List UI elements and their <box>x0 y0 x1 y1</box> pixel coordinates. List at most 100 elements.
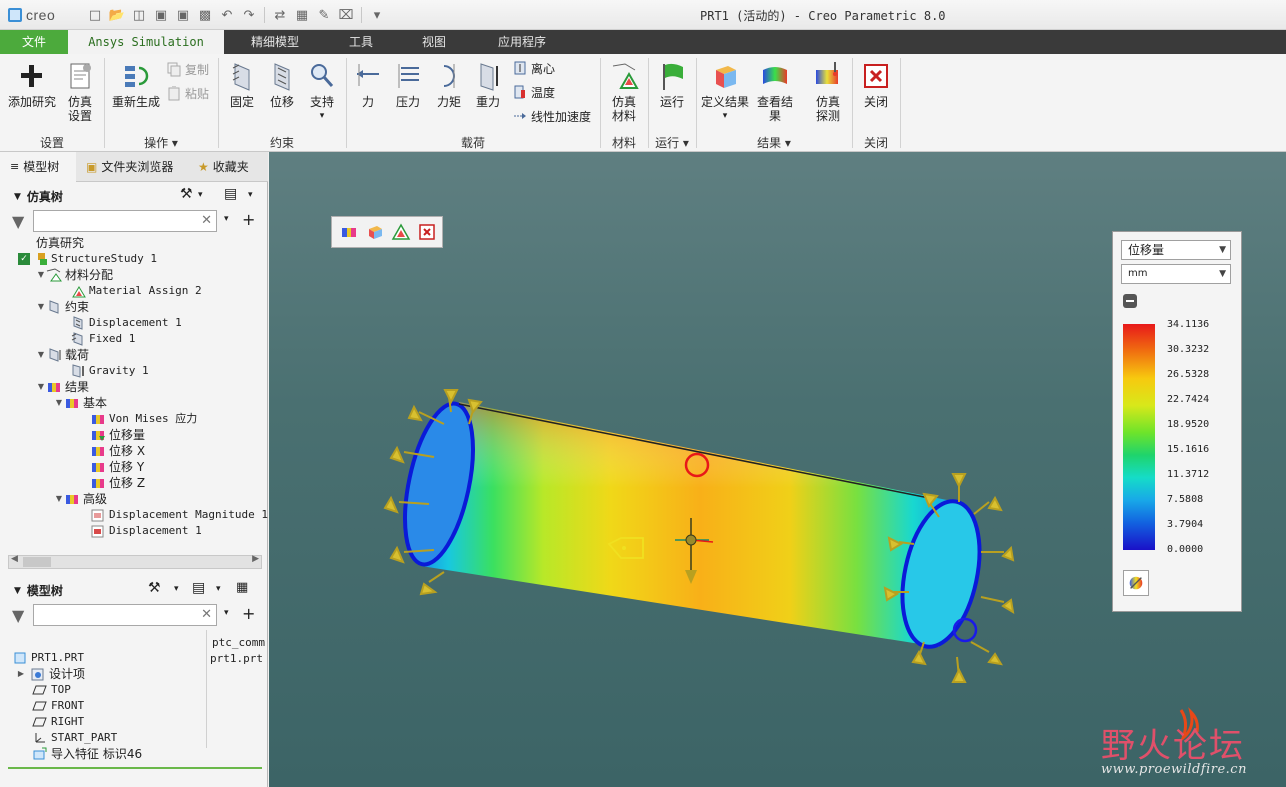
moment-button[interactable]: 力矩 <box>430 60 468 109</box>
tree-item-displacement-magnitude[interactable]: 位移量 <box>90 427 145 443</box>
tree-item-advanced-displacement-1[interactable]: Displacement 1 <box>90 523 202 539</box>
scroll-left-icon[interactable]: ◀ <box>11 554 18 564</box>
model-item-right[interactable]: RIGHT <box>32 714 84 730</box>
clear-filter-icon[interactable]: ✕ <box>201 607 212 622</box>
displacement-button[interactable]: 位移 <box>262 60 302 109</box>
centrifugal-button[interactable]: 离心 <box>512 59 555 77</box>
erase-icon[interactable]: ✎ <box>315 6 333 24</box>
tree-item-von-mises[interactable]: Von Mises 应力 <box>90 411 197 427</box>
expand-arrow-icon[interactable]: ▼ <box>36 267 46 283</box>
close-result-icon[interactable] <box>416 221 438 243</box>
tab-ansys-simulation[interactable]: Ansys Simulation <box>68 30 224 54</box>
save-as-icon[interactable]: ▣ <box>174 6 192 24</box>
model-item-design-items[interactable]: ▶ 设计项 <box>16 666 85 682</box>
regenerate-icon[interactable]: ⇄ <box>271 6 289 24</box>
regenerate-button[interactable]: 重新生成 <box>108 60 164 109</box>
show-settings-icon[interactable]: ▤ <box>224 186 237 202</box>
tree-item-displacement-z[interactable]: 位移 Z <box>90 475 145 491</box>
tree-item-material-assign-2[interactable]: Material Assign 2 <box>70 283 202 299</box>
expand-arrow-icon[interactable]: ▼ <box>36 299 46 315</box>
open-folder-icon[interactable]: 📂 <box>108 6 126 24</box>
model-item-import-feature[interactable]: 导入特征 标识46 <box>32 746 142 762</box>
sim-probe-button[interactable]: 仿真 探测 <box>808 60 848 123</box>
sim-setup-button[interactable]: 仿真 设置 <box>60 60 100 123</box>
tree-item-advanced[interactable]: ▼ 高级 <box>54 491 107 507</box>
tab-tools[interactable]: 工具 <box>326 30 396 54</box>
tree-item-constraints[interactable]: ▼ 约束 <box>36 299 89 315</box>
tab-folder-browser[interactable]: ▣ 文件夹浏览器 <box>80 152 188 182</box>
tools-dropdown-icon[interactable]: ▾ <box>198 190 203 200</box>
gravity-button[interactable]: 重力 <box>470 60 506 109</box>
result-cube-icon[interactable] <box>364 221 386 243</box>
close-window-icon[interactable]: ⌧ <box>337 6 355 24</box>
show-settings-icon[interactable]: ▤ <box>192 580 205 596</box>
tree-item-results[interactable]: ▼ 结果 <box>36 379 89 395</box>
model-item-start-part[interactable]: START_PART <box>32 730 117 746</box>
horizontal-scrollbar[interactable]: ◀ ▶ <box>8 554 262 569</box>
define-results-button[interactable]: 定义结果 ▾ <box>700 60 750 123</box>
support-button[interactable]: 支持 ▾ <box>302 60 342 123</box>
linear-accel-button[interactable]: 线性加速度 <box>512 107 591 125</box>
tab-applications[interactable]: 应用程序 <box>472 30 572 54</box>
pressure-button[interactable]: 压力 <box>388 60 428 109</box>
tree-item-displacement-y[interactable]: 位移 Y <box>90 459 144 475</box>
filter-dropdown-icon[interactable]: ▾ <box>224 214 229 224</box>
close-button[interactable]: 关闭 <box>856 60 896 109</box>
layout-grid-icon[interactable]: ▦ <box>236 580 248 595</box>
clear-filter-icon[interactable]: ✕ <box>201 213 212 228</box>
checkbox-checked-icon[interactable]: ✓ <box>18 253 30 265</box>
tab-view[interactable]: 视图 <box>396 30 472 54</box>
model-tree-header[interactable]: ▼ 模型树 <box>14 582 63 599</box>
model-item-prt1[interactable]: PRT1.PRT <box>12 650 84 666</box>
tree-item-displacement-x[interactable]: 位移 X <box>90 443 145 459</box>
tools-dropdown-icon[interactable]: ▾ <box>174 584 179 594</box>
show-dropdown-icon[interactable]: ▾ <box>216 584 221 594</box>
sim-tree-filter-input[interactable]: ✕ <box>33 210 217 232</box>
result-unit-select[interactable]: mm ▼ <box>1121 264 1231 284</box>
open-session-icon[interactable]: ◫ <box>130 6 148 24</box>
new-file-icon[interactable]: □ <box>86 6 104 24</box>
expand-arrow-icon[interactable]: ▼ <box>36 347 46 363</box>
result-triangle-icon[interactable] <box>390 221 412 243</box>
tab-file[interactable]: 文件 <box>0 30 68 54</box>
save-copy-icon[interactable]: ▩ <box>196 6 214 24</box>
temperature-button[interactable]: 温度 <box>512 83 555 101</box>
add-filter-icon[interactable]: + <box>242 604 255 623</box>
tree-item-basic[interactable]: ▼ 基本 <box>54 395 107 411</box>
tab-model-tree[interactable]: ≡ 模型树 <box>0 152 76 182</box>
scroll-thumb[interactable] <box>23 557 51 567</box>
view-results-button[interactable]: 查看结 果 <box>752 60 798 123</box>
add-study-button[interactable]: 添加研究 <box>6 60 58 109</box>
tree-item-structure-study[interactable]: ✓ StructureStudy 1 <box>18 251 157 267</box>
result-display-icon[interactable] <box>338 221 360 243</box>
tree-item-material-assign[interactable]: ▼ 材料分配 <box>36 267 113 283</box>
paste-button[interactable]: 粘贴 <box>166 84 209 102</box>
undo-icon[interactable]: ↶ <box>218 6 236 24</box>
expand-arrow-icon[interactable]: ▼ <box>36 379 46 395</box>
legend-settings-button[interactable] <box>1123 570 1149 596</box>
tab-favorites[interactable]: ★ 收藏夹 <box>192 152 266 182</box>
force-button[interactable]: 力 <box>350 60 386 109</box>
run-button[interactable]: 运行 <box>652 60 692 109</box>
expand-arrow-icon[interactable]: ▼ <box>54 491 64 507</box>
tree-item-displacement-magnitude-1[interactable]: Displacement Magnitude 1 <box>90 507 268 523</box>
customize-dropdown-icon[interactable]: ▾ <box>368 6 386 24</box>
tree-item-displacement-1[interactable]: Displacement 1 <box>70 315 182 331</box>
model-item-front[interactable]: FRONT <box>32 698 84 714</box>
tree-item-sim-study[interactable]: 仿真研究 <box>36 235 84 251</box>
add-filter-icon[interactable]: + <box>242 210 255 229</box>
filter-dropdown-icon[interactable]: ▾ <box>224 608 229 618</box>
tree-item-gravity-1[interactable]: Gravity 1 <box>70 363 149 379</box>
model-item-top[interactable]: TOP <box>32 682 71 698</box>
sim-material-button[interactable]: 仿真 材料 <box>604 60 644 123</box>
redo-icon[interactable]: ↷ <box>240 6 258 24</box>
column-header-ptc-comm[interactable]: ptc_comm <box>212 636 265 649</box>
sim-tree-header[interactable]: ▼ 仿真树 <box>14 188 63 205</box>
tools-icon[interactable]: ⚒ <box>148 580 161 596</box>
expand-arrow-icon[interactable]: ▼ <box>54 395 64 411</box>
expand-arrow-icon[interactable]: ▶ <box>16 666 26 682</box>
window-icon[interactable]: ▦ <box>293 6 311 24</box>
save-icon[interactable]: ▣ <box>152 6 170 24</box>
show-dropdown-icon[interactable]: ▾ <box>248 190 253 200</box>
scroll-right-icon[interactable]: ▶ <box>252 554 259 564</box>
